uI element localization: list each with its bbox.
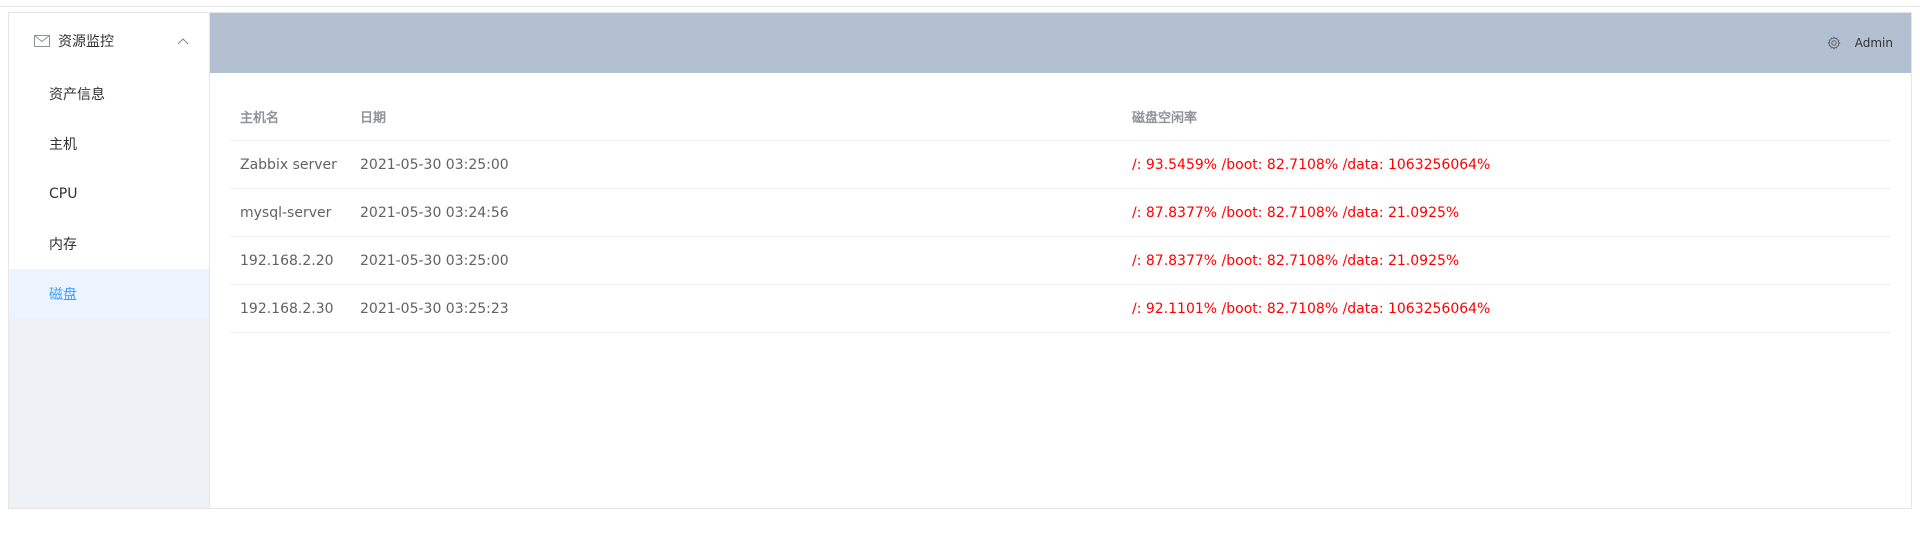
cell-disk-free: /: 93.5459% /boot: 82.7108% /data: 10632… [1122, 140, 1891, 189]
top-strip [0, 0, 1920, 7]
cell-hostname: 192.168.2.30 [230, 284, 350, 333]
submenu-resource-monitor[interactable]: 资源监控 [9, 13, 209, 69]
main-panel: Admin 主机名 日期 磁盘空闲率 Zabbix server 2021-05… [210, 13, 1911, 508]
envelope-icon [34, 35, 50, 47]
cell-hostname: Zabbix server [230, 140, 350, 189]
column-header-disk-free[interactable]: 磁盘空闲率 [1122, 93, 1891, 141]
sidebar-item-label: 主机 [49, 137, 77, 153]
sidebar: 资源监控 资产信息 主机 CPU 内存 磁盘 [9, 13, 210, 508]
cell-date: 2021-05-30 03:25:00 [350, 236, 1122, 285]
column-header-hostname[interactable]: 主机名 [230, 93, 350, 141]
table-row[interactable]: 192.168.2.30 2021-05-30 03:25:23 /: 92.1… [230, 284, 1891, 333]
sidebar-menu: 资产信息 主机 CPU 内存 磁盘 [9, 69, 209, 319]
table-row[interactable]: mysql-server 2021-05-30 03:24:56 /: 87.8… [230, 188, 1891, 237]
top-header: Admin [210, 13, 1911, 73]
sidebar-item-label: 内存 [49, 237, 77, 253]
cell-date: 2021-05-30 03:25:00 [350, 140, 1122, 189]
disk-table: 主机名 日期 磁盘空闲率 Zabbix server 2021-05-30 03… [230, 93, 1891, 333]
sidebar-item-assets[interactable]: 资产信息 [9, 69, 209, 119]
sidebar-item-cpu[interactable]: CPU [9, 169, 209, 219]
cell-disk-free: /: 87.8377% /boot: 82.7108% /data: 21.09… [1122, 236, 1891, 285]
sidebar-item-memory[interactable]: 内存 [9, 219, 209, 269]
sidebar-item-disk[interactable]: 磁盘 [9, 269, 209, 319]
sidebar-item-host[interactable]: 主机 [9, 119, 209, 169]
column-header-date[interactable]: 日期 [350, 93, 1122, 141]
chevron-up-icon[interactable] [177, 37, 189, 45]
table-header-row: 主机名 日期 磁盘空闲率 [230, 93, 1891, 141]
app-container: 资源监控 资产信息 主机 CPU 内存 磁盘 Admin 主机名 日期 磁盘空闲… [8, 12, 1912, 509]
cell-date: 2021-05-30 03:25:23 [350, 284, 1122, 333]
table-row[interactable]: 192.168.2.20 2021-05-30 03:25:00 /: 87.8… [230, 236, 1891, 285]
cell-date: 2021-05-30 03:24:56 [350, 188, 1122, 237]
sidebar-item-label: 资产信息 [49, 87, 105, 103]
sidebar-item-label: 磁盘 [49, 287, 77, 303]
table-row[interactable]: Zabbix server 2021-05-30 03:25:00 /: 93.… [230, 140, 1891, 189]
submenu-title-label: 资源监控 [58, 34, 114, 50]
cell-disk-free: /: 92.1101% /boot: 82.7108% /data: 10632… [1122, 284, 1891, 333]
user-menu[interactable]: Admin [1855, 36, 1893, 50]
cell-disk-free: /: 87.8377% /boot: 82.7108% /data: 21.09… [1122, 188, 1891, 237]
content-area: 主机名 日期 磁盘空闲率 Zabbix server 2021-05-30 03… [210, 73, 1911, 333]
cell-hostname: 192.168.2.20 [230, 236, 350, 285]
sidebar-item-label: CPU [49, 186, 78, 202]
gear-icon[interactable] [1827, 36, 1841, 50]
cell-hostname: mysql-server [230, 188, 350, 237]
